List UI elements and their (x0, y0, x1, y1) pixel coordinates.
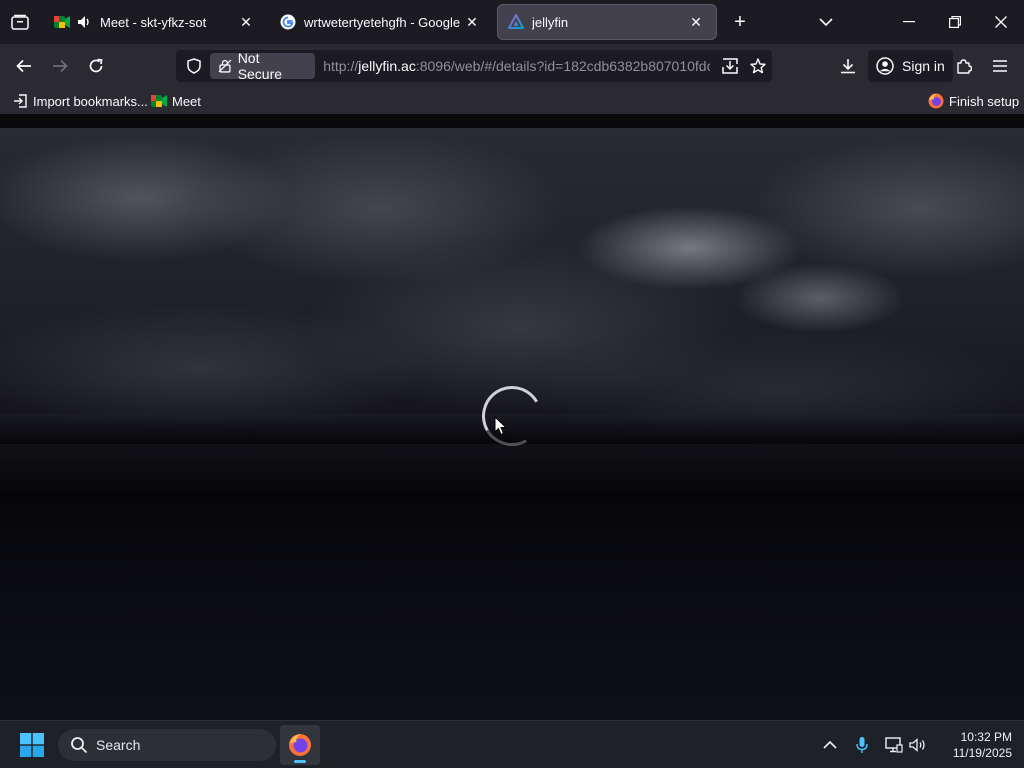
tab-strip: Meet - skt-yfkz-sot ✕ wrtwetertyetehgfh … (0, 0, 1024, 44)
firefox-view-icon[interactable] (8, 10, 32, 34)
speaker-icon[interactable] (78, 14, 94, 30)
chevron-down-icon[interactable] (814, 10, 838, 34)
clock-time: 10:32 PM (960, 730, 1012, 744)
page-content (0, 114, 1024, 720)
bookmark-import[interactable]: Import bookmarks... (12, 91, 148, 111)
taskbar-firefox-button[interactable] (280, 725, 320, 765)
tab-jellyfin[interactable]: jellyfin ✕ (497, 4, 717, 40)
tracking-protection-shield-icon[interactable] (180, 52, 208, 80)
tab-google-search[interactable]: wrtwetertyetehgfh - Google Search ✕ (270, 4, 492, 40)
system-clock[interactable]: 10:32 PM 11/19/2025 (936, 729, 1012, 761)
meet-icon (151, 93, 167, 109)
microphone-icon[interactable] (850, 733, 874, 757)
restore-icon[interactable] (932, 0, 978, 44)
navigation-toolbar: Not Secure http://jellyfin.ac:8096/web/#… (0, 44, 1024, 88)
minimize-icon[interactable] (886, 0, 932, 44)
address-bar[interactable]: Not Secure http://jellyfin.ac:8096/web/#… (176, 50, 772, 82)
running-indicator (294, 760, 306, 763)
firefox-icon (289, 734, 311, 756)
finish-setup-label: Finish setup (949, 93, 1020, 109)
url-path: :8096/web/#/details?id=182cdb6382b807010… (415, 58, 711, 74)
search-icon (71, 737, 88, 754)
url-prefix: http:// (323, 58, 359, 74)
url-host: jellyfin.ac (358, 58, 416, 74)
bookmark-label: Meet (172, 93, 201, 109)
downloads-icon[interactable] (834, 52, 862, 80)
url-text[interactable]: http://jellyfin.ac:8096/web/#/details?id… (323, 58, 710, 74)
bookmark-star-icon[interactable] (744, 52, 772, 80)
close-tab-icon[interactable]: ✕ (236, 12, 256, 32)
back-arrow-icon[interactable] (10, 52, 38, 80)
sign-in-label: Sign in (902, 58, 945, 74)
tab-meet[interactable]: Meet - skt-yfkz-sot ✕ (44, 4, 266, 40)
import-icon (12, 93, 28, 109)
close-window-icon[interactable] (978, 0, 1024, 44)
show-hidden-icons-chevron-up-icon[interactable] (818, 733, 842, 757)
app-header (0, 114, 1024, 128)
hamburger-menu-icon[interactable] (986, 52, 1014, 80)
network-icon[interactable] (882, 733, 906, 757)
insecure-lock-icon (218, 59, 232, 73)
firefox-icon (928, 93, 944, 109)
google-icon (280, 14, 296, 30)
account-icon (876, 57, 894, 75)
taskbar: Search 10:32 PM 11/19/2025 (0, 720, 1024, 768)
search-label: Search (96, 737, 141, 753)
mouse-cursor-icon (494, 416, 508, 436)
new-tab-icon[interactable]: + (728, 10, 752, 34)
tab-title: Meet - skt-yfkz-sot (100, 14, 207, 30)
windows-start-icon[interactable] (20, 733, 44, 757)
extensions-puzzle-icon[interactable] (950, 52, 978, 80)
clock-date: 11/19/2025 (952, 746, 1012, 760)
close-tab-icon[interactable]: ✕ (462, 12, 482, 32)
site-security-button[interactable]: Not Secure (209, 50, 316, 82)
not-secure-label: Not Secure (237, 50, 283, 82)
volume-icon[interactable] (906, 733, 930, 757)
forward-arrow-icon[interactable] (46, 52, 74, 80)
bookmark-label: Import bookmarks... (33, 93, 148, 109)
tab-title: jellyfin (532, 14, 569, 30)
bookmark-meet[interactable]: Meet (151, 91, 201, 111)
finish-setup-button[interactable]: Finish setup (928, 91, 1019, 111)
close-tab-icon[interactable]: ✕ (686, 12, 706, 32)
meet-icon (54, 14, 70, 30)
tab-title: wrtwetertyetehgfh - Google Search (304, 14, 462, 30)
taskbar-search-box[interactable]: Search (58, 729, 276, 761)
reload-icon[interactable] (82, 52, 110, 80)
jellyfin-icon (508, 14, 524, 30)
sign-in-button[interactable]: Sign in (868, 50, 953, 82)
save-to-pocket-icon[interactable] (716, 52, 744, 80)
bookmarks-toolbar: Import bookmarks... Meet Finish setup (0, 88, 1024, 114)
